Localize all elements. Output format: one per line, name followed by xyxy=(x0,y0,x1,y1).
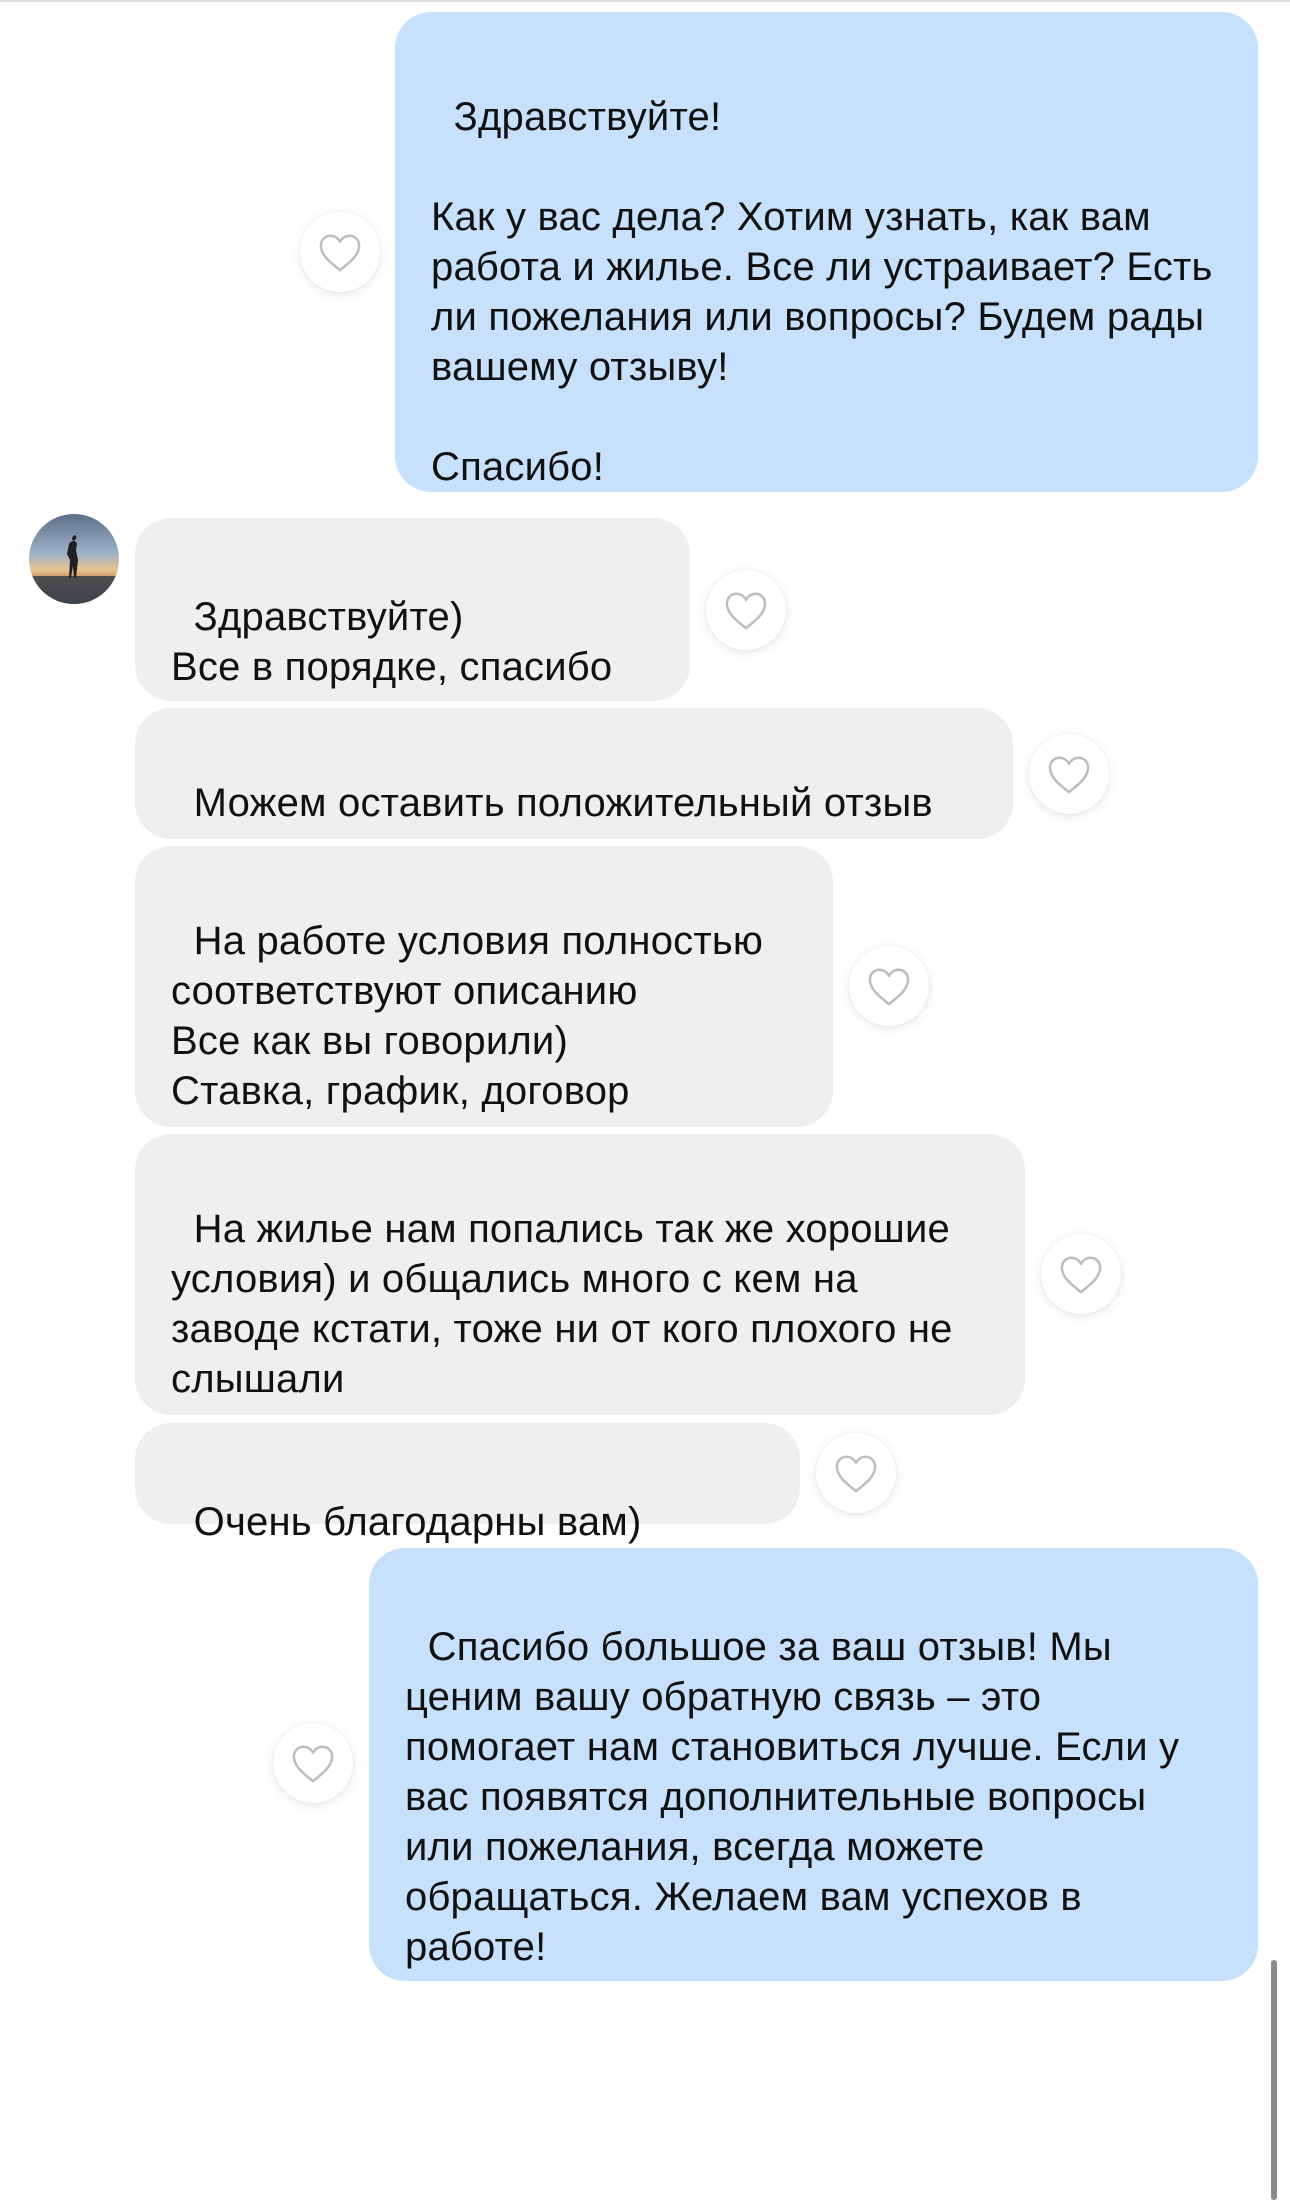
heart-outline-icon xyxy=(319,234,361,272)
message-bubble-incoming[interactable]: Можем оставить положительный отзыв xyxy=(135,708,1013,839)
message-bubble-incoming[interactable]: Очень благодарны вам) xyxy=(135,1423,800,1544)
message-bubble-outgoing[interactable]: Спасибо большое за ваш отзыв! Мы ценим в… xyxy=(369,1548,1258,1981)
like-button[interactable] xyxy=(300,212,380,292)
heart-outline-icon xyxy=(835,1455,877,1493)
message-bubble-incoming[interactable]: Здравствуйте) Все в порядке, спасибо xyxy=(135,518,690,701)
like-button[interactable] xyxy=(1041,1234,1121,1314)
heart-outline-icon xyxy=(868,968,910,1006)
message-text: Можем оставить положительный отзыв xyxy=(193,781,933,825)
message-text: Здравствуйте! Как у вас дела? Хотим узна… xyxy=(431,95,1213,489)
like-button[interactable] xyxy=(1029,734,1109,814)
heart-outline-icon xyxy=(292,1745,334,1783)
message-text: Спасибо большое за ваш отзыв! Мы ценим в… xyxy=(405,1625,1191,1969)
message-bubble-incoming[interactable]: На работе условия полностью соответствую… xyxy=(135,846,833,1127)
message-text: Здравствуйте) Все в порядке, спасибо xyxy=(171,595,613,689)
like-button[interactable] xyxy=(706,570,786,650)
top-divider xyxy=(0,0,1290,2)
message-text: На жилье нам попались так же хорошие усл… xyxy=(171,1207,964,1401)
message-bubble-incoming[interactable]: На жилье нам попались так же хорошие усл… xyxy=(135,1134,1025,1415)
like-button[interactable] xyxy=(849,946,929,1026)
heart-outline-icon xyxy=(1048,756,1090,794)
scrollbar[interactable] xyxy=(1271,1960,1277,2200)
message-text: На работе условия полностью соответствую… xyxy=(171,919,764,1113)
message-bubble-outgoing[interactable]: Здравствуйте! Как у вас дела? Хотим узна… xyxy=(395,12,1258,492)
message-text: Очень благодарны вам) xyxy=(193,1500,642,1544)
like-button[interactable] xyxy=(273,1723,353,1803)
like-button[interactable] xyxy=(816,1433,896,1513)
heart-outline-icon xyxy=(725,592,767,630)
heart-outline-icon xyxy=(1060,1256,1102,1294)
contact-avatar[interactable] xyxy=(29,514,119,604)
avatar-image xyxy=(29,514,119,604)
